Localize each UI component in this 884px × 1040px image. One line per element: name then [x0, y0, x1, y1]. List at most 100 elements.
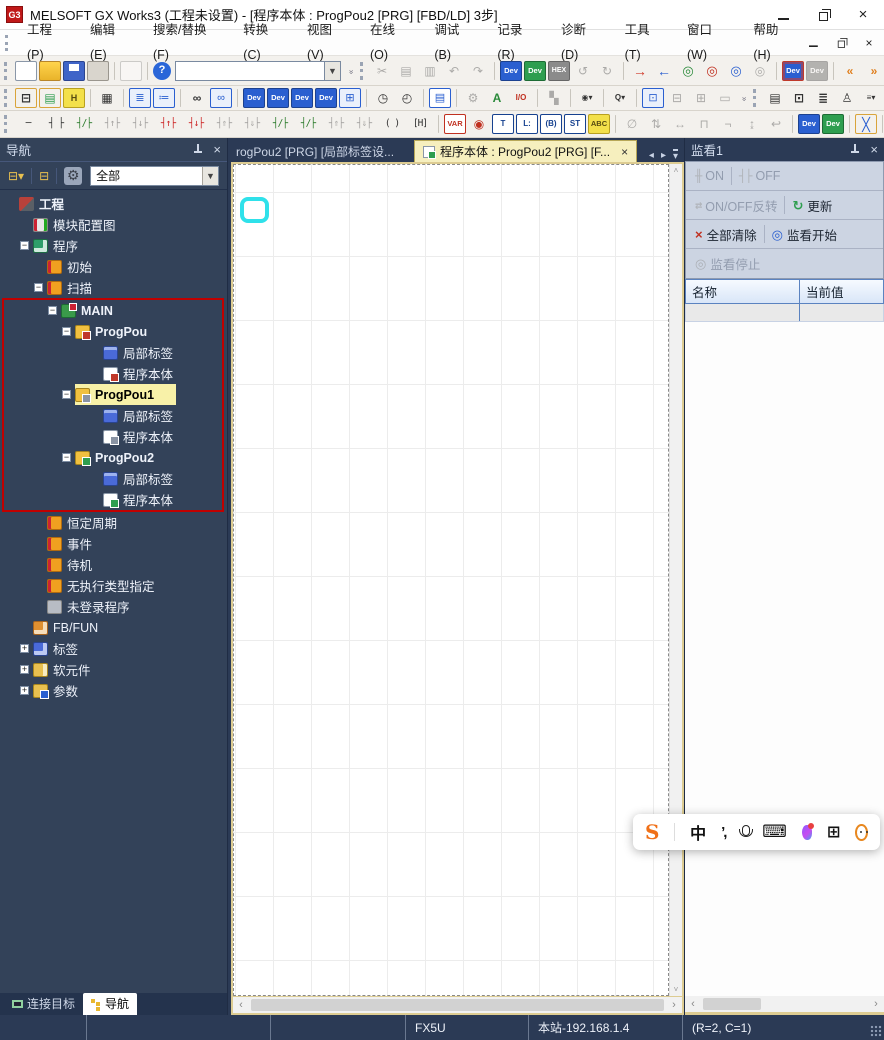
list-window-icon[interactable]: ≣ — [812, 88, 834, 108]
toolbar-overflow[interactable]: » — [738, 88, 750, 108]
pulse-closed-contact-icon[interactable]: ┤↓├ — [127, 114, 153, 134]
falling-pulse-contact-icon[interactable]: ┤↓├ — [183, 114, 209, 134]
device-edit-icon[interactable]: Dev — [822, 114, 844, 134]
tree-item-progpou2[interactable]: − ProgPou2 — [0, 447, 222, 468]
horizontal-scrollbar[interactable]: ‹ › — [233, 997, 682, 1013]
close-button[interactable]: × — [856, 7, 870, 22]
cut-icon[interactable]: ✂ — [371, 61, 393, 81]
device-monitor1-icon[interactable]: Dev — [243, 88, 265, 108]
assistant-icon[interactable] — [855, 823, 869, 841]
text-element-icon[interactable]: ABC — [588, 114, 610, 134]
window-search-icon[interactable]: ⊡ — [642, 88, 664, 108]
tree-item-standby[interactable]: 待机 — [0, 554, 227, 575]
redo-icon[interactable]: ↷ — [467, 61, 489, 81]
tree-item-initial[interactable]: 初始 — [0, 256, 227, 277]
scroll-right-icon[interactable]: › — [666, 999, 682, 1011]
tree-item-progpou2-local-label[interactable]: 局部标签 — [0, 468, 222, 489]
doc-close-button[interactable]: × — [863, 37, 874, 49]
sogou-logo-icon[interactable]: S — [645, 820, 659, 844]
comment-element-icon[interactable]: L: — [516, 114, 538, 134]
project-data-combo[interactable]: ▼ — [175, 60, 341, 81]
scroll-left-icon[interactable]: ‹ — [685, 998, 701, 1010]
tree-collapse-icon[interactable]: ⊟ — [39, 169, 49, 183]
watch-register-icon[interactable]: ◎ — [725, 61, 747, 81]
watch-close-icon[interactable]: × — [870, 143, 878, 156]
no-element-icon[interactable]: ∅ — [621, 114, 643, 134]
scroll-left-icon[interactable]: ‹ — [233, 999, 249, 1011]
project-data-input[interactable] — [175, 60, 325, 81]
tree-item-parameter[interactable]: + 参数 — [0, 680, 227, 701]
restore-button[interactable] — [816, 8, 831, 22]
tab-navigation[interactable]: 导航 — [83, 993, 138, 1015]
cross-reference-icon[interactable]: ∞ — [186, 88, 208, 108]
device-jump-icon[interactable]: Q▾ — [609, 88, 631, 108]
sort-element-icon[interactable]: ⇅ — [645, 114, 667, 134]
monitor-stop-icon[interactable]: ◎ — [701, 61, 723, 81]
coil-icon[interactable]: ( ) — [379, 114, 405, 134]
tree-item-program[interactable]: − 程序 — [0, 235, 227, 256]
scroll-down-icon[interactable]: ˅ — [674, 985, 679, 994]
rising-pulse2-icon[interactable]: ┤⇑├ — [211, 114, 237, 134]
column-header-value[interactable]: 当前值 — [800, 280, 883, 303]
device-memory2-icon[interactable]: Dev — [806, 60, 828, 81]
find-window-icon[interactable]: ∞ — [210, 88, 232, 108]
copy-icon[interactable]: ▤ — [395, 61, 417, 81]
watch-body[interactable] — [685, 322, 884, 996]
arrange-window-icon[interactable]: ▭ — [714, 88, 736, 108]
hex-edit-icon[interactable]: H — [63, 88, 85, 108]
gear-icon[interactable]: ⚙ — [64, 166, 83, 185]
rising-pulse-contact-icon[interactable]: ┤↑├ — [155, 114, 181, 134]
tree-item-progpou2-body[interactable]: 程序本体 — [0, 489, 222, 510]
closed-rising-contact-icon[interactable]: ┤∕├ — [267, 114, 293, 134]
watch-empty-row[interactable] — [685, 304, 884, 322]
corner-element-icon[interactable]: ¬ — [717, 114, 739, 134]
timer-element-icon[interactable]: T — [492, 114, 514, 134]
paste-data-icon[interactable] — [120, 60, 142, 81]
cascade-window-icon[interactable]: ⊞ — [690, 88, 712, 108]
module-config-icon[interactable]: ▤ — [39, 88, 61, 108]
combo-dropdown-icon[interactable]: ▼ — [325, 60, 341, 81]
device-memory-icon[interactable]: Dev — [782, 60, 804, 81]
monitor-start-icon[interactable]: ◎ — [677, 61, 699, 81]
tab-connection-target[interactable]: 连接目标 — [4, 993, 83, 1015]
scroll-right-icon[interactable]: › — [868, 998, 884, 1010]
toolbox-icon[interactable]: ⊞ — [827, 822, 840, 842]
save-project-icon[interactable] — [63, 60, 85, 81]
device-list-icon[interactable]: ⊞ — [339, 88, 361, 108]
paste-icon[interactable]: ▥ — [419, 61, 441, 81]
closed-falling-contact-icon[interactable]: ┤∕├ — [295, 114, 321, 134]
tree-item-progpou-body[interactable]: 程序本体 — [0, 363, 222, 384]
ref-window-icon[interactable]: ⊡ — [788, 88, 810, 108]
help-icon[interactable]: ? — [153, 61, 171, 80]
watch-onoff-reverse-button[interactable]: ⇄ ON/OFF反转 — [690, 191, 782, 219]
tree-item-progpou-local-label[interactable]: 局部标签 — [0, 342, 222, 363]
tree-item-project[interactable]: 工程 — [0, 193, 227, 214]
navigation-window-icon[interactable]: ⊟ — [15, 88, 37, 108]
scrollbar-thumb[interactable] — [251, 999, 664, 1011]
display-mode-icon[interactable]: ◉▾ — [576, 88, 598, 108]
pin-icon[interactable] — [192, 144, 203, 155]
filter-dropdown-icon[interactable]: ▼ — [202, 166, 218, 185]
var-element-icon[interactable]: VAR — [444, 114, 466, 134]
watch-off-button[interactable]: ┤├ OFF — [734, 162, 785, 190]
updown-element-icon[interactable]: ↨ — [741, 114, 763, 134]
pulse-not-falling-icon[interactable]: ┤⇓├ — [351, 114, 377, 134]
tab-scroll-left-icon[interactable]: ◂ — [649, 150, 654, 161]
tree-item-event[interactable]: 事件 — [0, 533, 227, 554]
print-icon[interactable] — [87, 60, 109, 81]
tree-item-unregistered[interactable]: 未登录程序 — [0, 596, 227, 617]
redo-conversion-icon[interactable]: ↻ — [596, 61, 618, 81]
memo-window-icon[interactable]: ▤ — [764, 88, 786, 108]
st-element-icon[interactable]: ST — [564, 114, 586, 134]
watch-unregister-icon[interactable]: ◎ — [749, 61, 771, 81]
write-to-plc-icon[interactable]: → — [629, 61, 651, 81]
cpu-module-icon[interactable]: ▦ — [96, 88, 118, 108]
watch-clear-all-button[interactable]: × 全部清除 — [690, 220, 762, 248]
tree-item-progpou1[interactable]: − ProgPou1 — [0, 384, 222, 405]
tab-local-label-setting[interactable]: rogPou2 [PRG] [局部标签设... — [228, 140, 414, 162]
tree-item-no-exec-type[interactable]: 无执行类型指定 — [0, 575, 227, 596]
falling-pulse2-icon[interactable]: ┤⇓├ — [239, 114, 265, 134]
closed-contact-icon[interactable]: ┤/├ — [71, 114, 97, 134]
scroll-up-icon[interactable]: ˄ — [674, 166, 679, 175]
undo-icon[interactable]: ↶ — [443, 61, 465, 81]
